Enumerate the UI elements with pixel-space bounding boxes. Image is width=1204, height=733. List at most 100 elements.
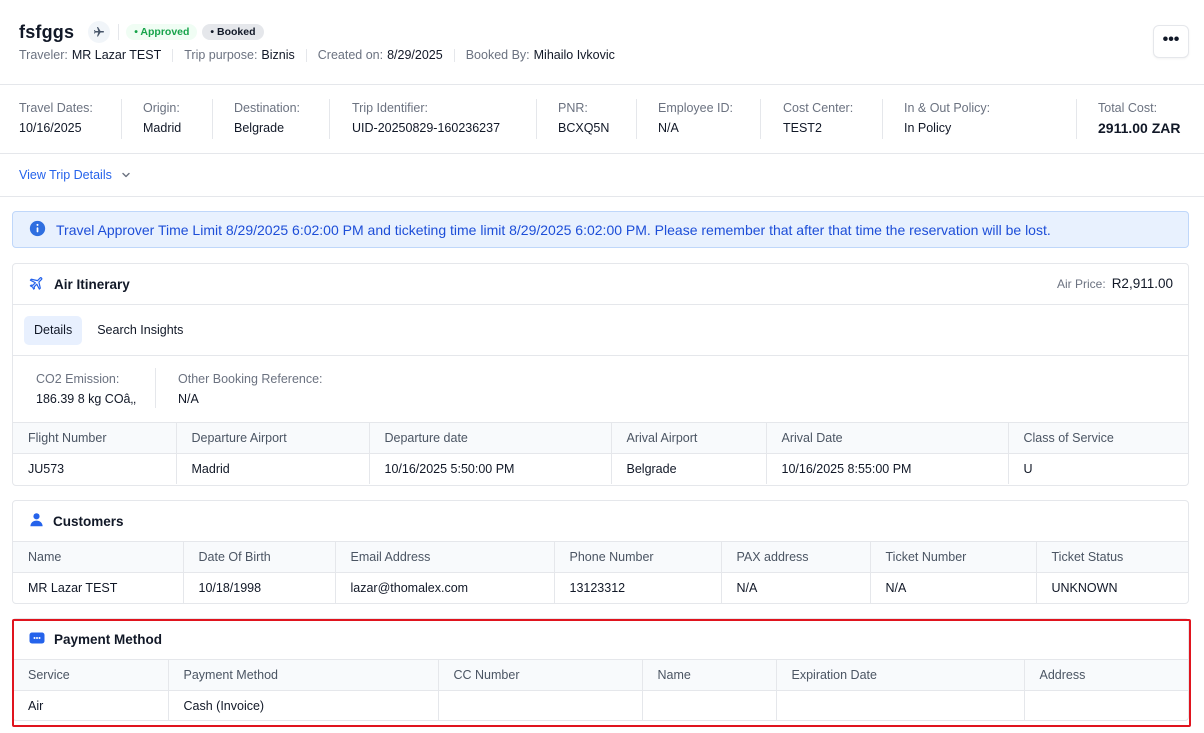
approved-badge: • Approved [126,24,198,40]
table-cell: Belgrade [611,453,767,484]
info-divider [121,99,122,139]
column-header: Payment Method [168,659,439,691]
customers-title: Customers [53,513,124,529]
info-label: Origin: [143,101,180,115]
table-row: Air Cash (Invoice) [13,690,1188,720]
table-cell: lazar@thomalex.com [335,572,555,603]
view-trip-details-toggle[interactable]: View Trip Details [0,154,1204,197]
payment-table: Service Payment Method CC Number Name Ex… [13,659,1188,720]
air-price: Air Price: R2,911.00 [1057,276,1173,291]
table-cell: 13123312 [554,572,722,603]
tab-search-insights[interactable]: Search Insights [87,316,193,345]
other-ref-value: N/A [178,392,199,406]
trip-info-bar: Travel Dates: 10/16/2025 Origin: Madrid … [0,85,1204,154]
info-label: Destination: [234,101,301,115]
column-header: Service [13,659,169,691]
total-cost-value: 2911.00 ZAR [1098,120,1181,136]
table-cell: 10/18/1998 [183,572,336,603]
column-header: Address [1024,659,1188,691]
table-row: MR Lazar TEST 10/18/1998 lazar@thomalex.… [13,572,1188,603]
payment-method-card: Payment Method Service Payment Method CC… [12,618,1189,721]
air-price-label: Air Price: [1057,277,1106,291]
info-label: Total Cost: [1098,101,1158,115]
info-value: BCXQ5N [558,121,610,135]
table-cell [776,690,1025,720]
info-divider [329,99,330,139]
info-value: UID-20250829-160236237 [352,121,501,135]
info-divider [760,99,761,139]
meta-divider [453,48,455,62]
column-header: CC Number [438,659,643,691]
trip-header: fsfggs • Approved • Booked Traveler: MR … [0,0,1204,85]
table-row: JU573 Madrid 10/16/2025 5:50:00 PM Belgr… [13,453,1188,484]
meta-divider [172,48,174,62]
meta-label: Created on: [317,48,384,62]
view-trip-details-label: View Trip Details [19,168,112,182]
tab-details[interactable]: Details [24,315,83,345]
info-label: Cost Center: [783,101,854,115]
meta-label: Trip purpose: [184,48,258,62]
meta-value: 8/29/2025 [387,48,443,62]
info-value: N/A [658,121,679,135]
table-cell: UNKNOWN [1036,572,1188,603]
column-header: Expiration Date [776,659,1025,691]
customers-header: Customers [13,501,1188,541]
table-cell [1024,690,1188,720]
co2-emission: CO2 Emission: 186.39 8 kg COâ‚‚ [36,372,136,406]
column-header: Arival Airport [611,422,767,454]
column-header: Class of Service [1008,422,1188,454]
column-header: PAX address [721,541,871,573]
air-itinerary-header: Air Itinerary Air Price: R2,911.00 [13,264,1188,304]
table-cell: 10/16/2025 5:50:00 PM [369,453,612,484]
air-itinerary-card: Air Itinerary Air Price: R2,911.00 Detail… [12,263,1189,486]
title-divider [118,24,120,40]
payment-method-title: Payment Method [54,631,163,647]
column-header: Departure Airport [176,422,370,454]
table-header-row: Name Date Of Birth Email Address Phone N… [13,541,1188,573]
user-icon [29,512,44,530]
meta-traveler: Traveler: MR Lazar TEST [19,48,161,62]
meta-created-on: Created on: 8/29/2025 [318,48,443,62]
column-header: Phone Number [554,541,722,573]
info-value: In Policy [904,121,952,135]
info-icon [29,220,46,240]
column-header: Ticket Status [1036,541,1188,573]
table-cell: N/A [870,572,1037,603]
table-cell: Cash (Invoice) [168,690,439,720]
info-divider [882,99,883,139]
air-extra-info: CO2 Emission: 186.39 8 kg COâ‚‚ Other Bo… [13,356,1188,423]
customers-table: Name Date Of Birth Email Address Phone N… [13,541,1188,603]
column-header: Flight Number [13,422,177,454]
info-label: Travel Dates: [19,101,93,115]
table-cell: JU573 [13,453,177,484]
info-divider [636,99,637,139]
other-ref-label: Other Booking Reference: [178,372,323,386]
info-total-cost: Total Cost: 2911.00 ZAR [1098,101,1181,136]
info-value: 10/16/2025 [19,121,82,135]
payment-method-header: Payment Method [13,619,1188,659]
meta-trip-purpose: Trip purpose: Biznis [184,48,295,62]
info-label: Trip Identifier: [352,101,428,115]
info-divider [212,99,213,139]
table-header-row: Service Payment Method CC Number Name Ex… [13,659,1188,691]
meta-label: Booked By: [465,48,530,62]
column-header: Ticket Number [870,541,1037,573]
info-policy: In & Out Policy: In Policy [904,101,990,135]
info-value: TEST2 [783,121,822,135]
column-header: Arival Date [766,422,1009,454]
column-header: Departure date [369,422,612,454]
column-header: Date Of Birth [183,541,336,573]
column-header: Email Address [335,541,555,573]
more-options-button[interactable]: ••• [1153,25,1189,58]
table-cell [438,690,643,720]
info-pnr: PNR: BCXQ5N [558,101,609,135]
info-value: Belgrade [234,121,285,135]
table-header-row: Flight Number Departure Airport Departur… [13,422,1188,454]
co2-value: 186.39 8 kg COâ‚‚ [36,392,137,406]
info-divider [1076,99,1077,139]
column-header: Name [13,541,184,573]
column-header: Name [642,659,777,691]
info-trip-identifier: Trip Identifier: UID-20250829-160236237 [352,101,500,135]
table-cell: MR Lazar TEST [13,572,184,603]
info-cost-center: Cost Center: TEST2 [783,101,853,135]
